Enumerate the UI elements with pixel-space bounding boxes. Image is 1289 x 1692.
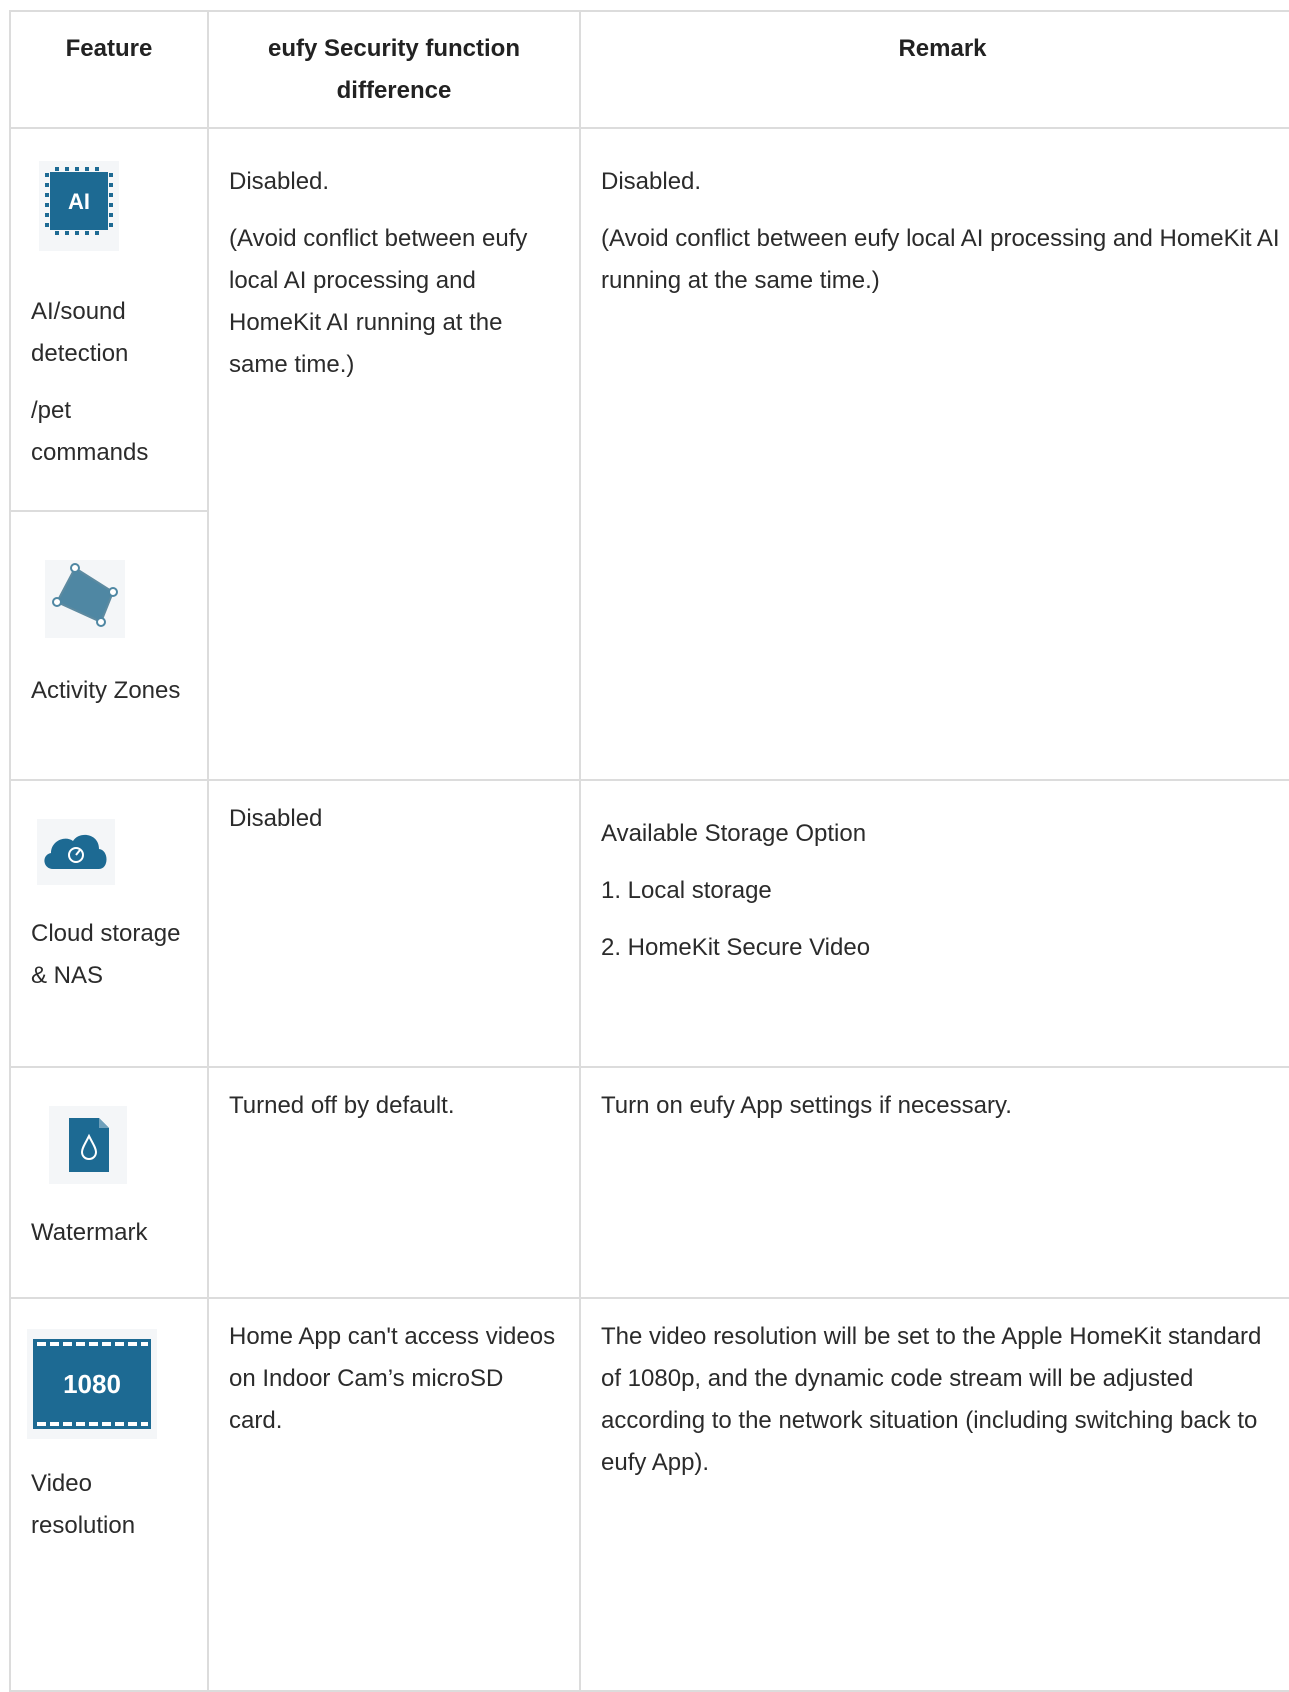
header-feature: Feature — [9, 10, 209, 129]
remark-title-cloud: Available Storage Option — [601, 820, 867, 847]
remark-text-watermark: Turn on eufy App settings if necessary. — [601, 1092, 1012, 1119]
table-row-watermark: Watermark Turned off by default. Turn on… — [9, 1066, 1289, 1299]
activity-zone-icon — [45, 560, 125, 638]
feature-comparison-table: Feature eufy Security function differenc… — [9, 10, 1289, 1692]
feature-label-watermark: Watermark — [31, 1219, 148, 1246]
watermark-icon — [49, 1106, 127, 1184]
remark-cell-resolution: The video resolution will be set to the … — [579, 1297, 1289, 1692]
remark-cell-watermark: Turn on eufy App settings if necessary. — [579, 1066, 1289, 1299]
difference-text-watermark: Turned off by default. — [229, 1092, 455, 1119]
difference-cell-cloud: Disabled — [207, 779, 581, 1068]
difference-text-resolution: Home App can't access videos on Indoor C… — [229, 1323, 556, 1434]
feature-cell-ai: AI AI/sound detection /pet commands — [9, 127, 209, 512]
remark-option-1: 1. Local storage — [601, 877, 772, 904]
header-remark: Remark — [579, 10, 1289, 129]
cloud-icon — [37, 819, 115, 885]
remark-text-resolution: The video resolution will be set to the … — [601, 1323, 1262, 1476]
header-difference: eufy Security function difference — [207, 10, 581, 129]
feature-cell-cloud: Cloud storage & NAS — [9, 779, 209, 1068]
remark-note-ai: (Avoid conflict between eufy local AI pr… — [601, 225, 1280, 294]
feature-cell-zones: Activity Zones — [9, 510, 209, 781]
feature-label-ai: AI/sound detection — [31, 298, 129, 367]
difference-cell-ai: Disabled. (Avoid conflict between eufy l… — [207, 127, 581, 781]
table-row-resolution: 1080 Video resolution Home App can't acc… — [9, 1297, 1289, 1692]
ai-chip-icon: AI — [39, 161, 119, 251]
video-1080-icon: 1080 — [27, 1329, 157, 1439]
feature-label-zones: Activity Zones — [31, 677, 181, 704]
video-1080-label: 1080 — [63, 1369, 121, 1399]
header-row: Feature eufy Security function differenc… — [9, 10, 1289, 129]
remark-cell-ai: Disabled. (Avoid conflict between eufy l… — [579, 127, 1289, 781]
table-row-ai: AI AI/sound detection /pet commands Disa… — [9, 127, 1289, 781]
feature-cell-resolution: 1080 Video resolution — [9, 1297, 209, 1692]
difference-cell-watermark: Turned off by default. — [207, 1066, 581, 1299]
svg-text:AI: AI — [68, 189, 90, 214]
difference-note-ai: (Avoid conflict between eufy local AI pr… — [229, 225, 528, 378]
remark-option-2: 2. HomeKit Secure Video — [601, 934, 871, 961]
difference-cell-resolution: Home App can't access videos on Indoor C… — [207, 1297, 581, 1692]
remark-cell-cloud: Available Storage Option 1. Local storag… — [579, 779, 1289, 1068]
difference-text-cloud: Disabled — [229, 805, 323, 832]
table-row-cloud: Cloud storage & NAS Disabled Available S… — [9, 779, 1289, 1068]
feature-cell-watermark: Watermark — [9, 1066, 209, 1299]
feature-label-cloud: Cloud storage & NAS — [31, 920, 181, 989]
difference-text-ai: Disabled. — [229, 168, 330, 195]
remark-text-ai: Disabled. — [601, 168, 702, 195]
feature-label-ai-pet: /pet commands — [31, 397, 149, 466]
feature-label-resolution: Video resolution — [31, 1470, 136, 1539]
